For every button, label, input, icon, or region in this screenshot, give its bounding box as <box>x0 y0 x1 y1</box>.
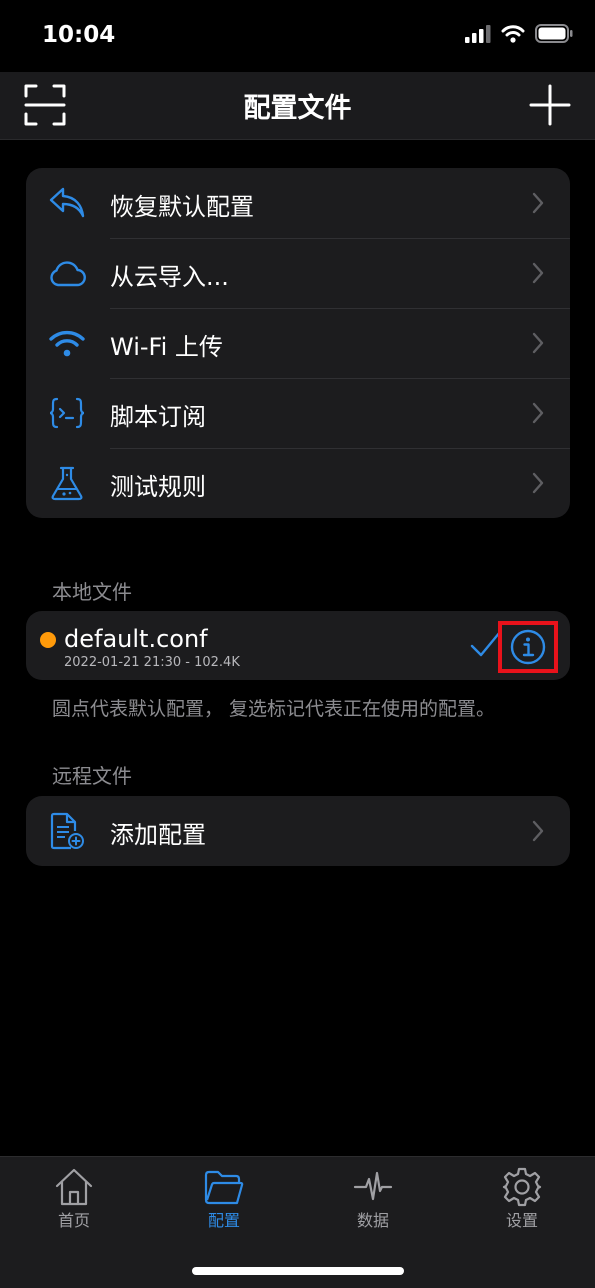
home-indicator <box>192 1267 404 1275</box>
add-config-row[interactable]: 添加配置 <box>26 796 570 866</box>
restore-default-config-label: 恢复默认配置 <box>110 193 254 221</box>
tab-config-label: 配置 <box>207 1211 240 1230</box>
chevron-right-icon <box>532 192 544 214</box>
local-files-section-title: 本地文件 <box>52 580 132 604</box>
local-files-footnote: 圆点代表默认配置， 复选标记代表正在使用的配置。 <box>52 698 496 720</box>
file-name: default.conf <box>64 625 208 653</box>
test-rules-row[interactable]: 测试规则 <box>26 448 570 518</box>
status-bar: 10:04 <box>0 0 595 72</box>
tab-home-label: 首页 <box>57 1211 90 1230</box>
wifi-icon <box>48 325 86 361</box>
add-config-label: 添加配置 <box>110 821 206 849</box>
cloud-icon <box>48 255 86 291</box>
home-icon <box>55 1168 93 1206</box>
status-time: 10:04 <box>42 22 116 48</box>
actions-card: 恢复默认配置 从云导入... Wi-Fi 上传 脚本订阅 测试规则 <box>26 168 570 518</box>
default-config-dot <box>40 632 56 648</box>
chevron-right-icon <box>532 820 544 842</box>
remote-files-section-title: 远程文件 <box>52 764 132 788</box>
wifi-upload-label: Wi-Fi 上传 <box>110 333 223 361</box>
navigation-bar: 配置文件 <box>0 72 595 140</box>
wifi-upload-row[interactable]: Wi-Fi 上传 <box>26 308 570 378</box>
tab-data-label: 数据 <box>356 1211 389 1230</box>
script-subscription-label: 脚本订阅 <box>110 403 206 431</box>
tab-settings-label: 设置 <box>505 1211 538 1230</box>
undo-arrow-icon <box>48 185 86 221</box>
folder-icon <box>204 1170 244 1205</box>
restore-default-config-row[interactable]: 恢复默认配置 <box>26 168 570 238</box>
chevron-right-icon <box>532 402 544 424</box>
script-braces-icon <box>48 395 86 431</box>
add-document-icon <box>48 812 86 850</box>
import-from-cloud-row[interactable]: 从云导入... <box>26 238 570 308</box>
flask-icon <box>48 465 86 501</box>
cellular-signal-icon <box>465 24 491 43</box>
page-title: 配置文件 <box>243 93 352 124</box>
script-subscription-row[interactable]: 脚本订阅 <box>26 378 570 448</box>
activity-icon <box>353 1171 393 1201</box>
remote-files-card: 添加配置 <box>26 796 570 866</box>
status-icons <box>465 24 573 43</box>
tab-config[interactable]: 配置 <box>174 1167 274 1231</box>
gear-icon <box>502 1167 542 1207</box>
test-rules-label: 测试规则 <box>110 473 206 501</box>
chevron-right-icon <box>532 472 544 494</box>
import-from-cloud-label: 从云导入... <box>110 263 229 291</box>
info-icon <box>510 629 546 665</box>
add-icon[interactable] <box>529 84 571 126</box>
tab-data[interactable]: 数据 <box>323 1167 423 1231</box>
local-file-row[interactable]: default.conf 2022-01-21 21:30 - 102.4K <box>26 611 570 680</box>
file-info-button[interactable] <box>498 621 558 673</box>
chevron-right-icon <box>532 332 544 354</box>
chevron-right-icon <box>532 262 544 284</box>
tab-home[interactable]: 首页 <box>24 1167 124 1231</box>
wifi-status-icon <box>501 24 525 43</box>
tab-settings[interactable]: 设置 <box>472 1167 572 1231</box>
battery-icon <box>535 24 573 43</box>
file-meta: 2022-01-21 21:30 - 102.4K <box>64 655 240 670</box>
